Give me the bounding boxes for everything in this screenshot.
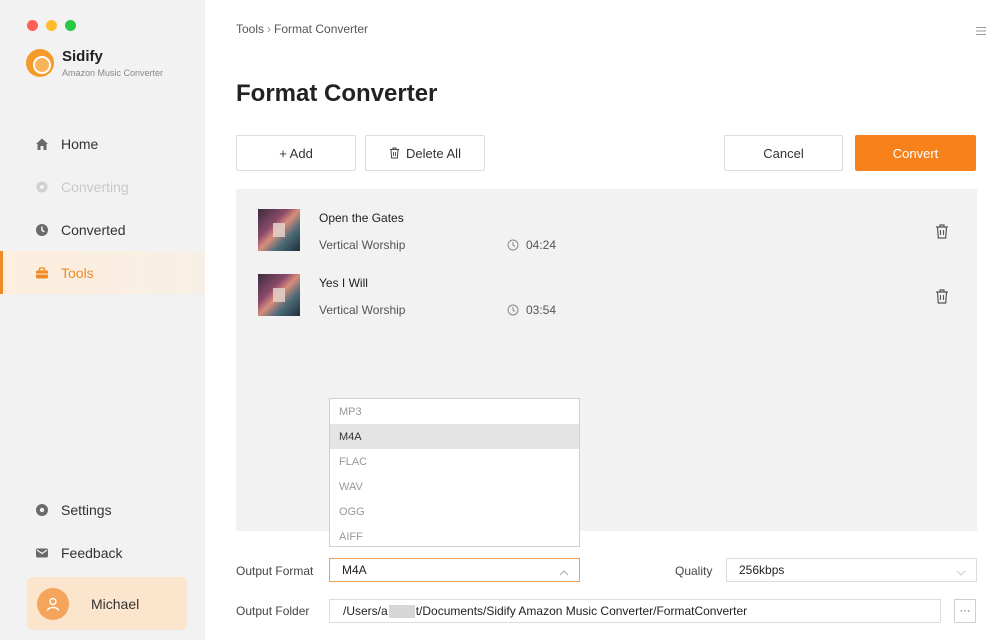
page-title: Format Converter: [236, 80, 438, 107]
list-item[interactable]: Open the Gates Vertical Worship 04:24: [258, 209, 958, 259]
breadcrumb-separator: ›: [267, 22, 272, 36]
delete-all-button[interactable]: Delete All: [365, 135, 485, 171]
folder-path-suffix: t/Documents/Sidify Amazon Music Converte…: [415, 604, 748, 618]
sidebar-item-label: Feedback: [61, 544, 123, 561]
clock-icon: [507, 304, 519, 316]
gear-icon: [35, 503, 49, 517]
list-item[interactable]: Yes I Will Vertical Worship 03:54: [258, 274, 958, 324]
sidebar-item-label: Tools: [61, 264, 94, 281]
sidebar-item-settings[interactable]: Settings: [0, 488, 205, 531]
app-window: Sidify Amazon Music Converter Home Conve…: [0, 0, 999, 640]
track-duration: 03:54: [507, 303, 556, 317]
trash-icon: [389, 147, 400, 159]
app-subtitle: Amazon Music Converter: [62, 68, 164, 78]
add-button-label: + Add: [279, 145, 313, 161]
quality-label: Quality: [675, 564, 713, 578]
sidebar-bottom-nav: Settings Feedback: [0, 488, 205, 574]
duration-text: 04:24: [526, 238, 557, 252]
breadcrumb-current: Format Converter: [274, 22, 369, 36]
sidify-logo-icon: [26, 49, 54, 77]
output-format-value: M4A: [342, 563, 367, 577]
sidebar-item-label: Home: [61, 135, 99, 152]
output-folder-label: Output Folder: [236, 604, 310, 618]
browse-folder-button[interactable]: ···: [954, 599, 976, 623]
clock-icon: [507, 239, 519, 251]
cancel-label: Cancel: [763, 145, 804, 161]
main-content: Tools › Format Converter Format Converter …: [205, 0, 999, 640]
cancel-button[interactable]: Cancel: [724, 135, 843, 171]
user-profile-button[interactable]: Michael: [27, 577, 187, 630]
quality-select[interactable]: 256kbps: [726, 558, 977, 582]
album-cover: [258, 274, 300, 316]
clock-icon: [35, 223, 49, 237]
format-dropdown-menu: MP3 M4A FLAC WAV OGG AIFF: [329, 398, 580, 547]
album-cover: [258, 209, 300, 251]
sidebar-item-home[interactable]: Home: [0, 122, 205, 165]
output-format-select[interactable]: M4A: [329, 558, 580, 582]
sidebar-item-tools[interactable]: Tools: [0, 251, 205, 294]
delete-track-icon[interactable]: [934, 288, 950, 304]
format-option-m4a[interactable]: M4A: [330, 424, 579, 449]
user-name: Michael: [91, 595, 140, 612]
browse-label: ···: [959, 605, 971, 617]
convert-label: Convert: [892, 145, 939, 161]
avatar: [37, 587, 69, 620]
menu-icon[interactable]: [976, 23, 986, 35]
folder-path-prefix: /Users/a: [343, 604, 388, 618]
user-icon: [46, 597, 60, 611]
format-option-aiff[interactable]: AIFF: [330, 524, 579, 549]
track-title: Yes I Will: [319, 276, 368, 290]
window-controls: [27, 20, 76, 31]
sidebar-item-label: Converting: [61, 178, 129, 195]
home-icon: [35, 137, 49, 151]
track-artist: Vertical Worship: [319, 238, 406, 252]
minimize-window-button[interactable]: [46, 20, 57, 31]
add-button[interactable]: + Add: [236, 135, 356, 171]
app-name: Sidify: [62, 48, 103, 65]
output-format-label: Output Format: [236, 564, 314, 578]
sidebar-item-converting: Converting: [0, 165, 205, 208]
format-option-mp3[interactable]: MP3: [330, 399, 579, 424]
breadcrumb-parent[interactable]: Tools: [236, 22, 264, 36]
sidebar-item-converted[interactable]: Converted: [0, 208, 205, 251]
sidebar: Sidify Amazon Music Converter Home Conve…: [0, 0, 205, 640]
track-artist: Vertical Worship: [319, 303, 406, 317]
sidebar-item-feedback[interactable]: Feedback: [0, 531, 205, 574]
chevron-up-icon: [559, 566, 569, 576]
sidebar-item-label: Settings: [61, 501, 112, 518]
delete-track-icon[interactable]: [934, 223, 950, 239]
track-duration: 04:24: [507, 238, 556, 252]
chevron-down-icon: [956, 566, 966, 576]
format-option-ogg[interactable]: OGG: [330, 499, 579, 524]
redacted-block: [388, 604, 415, 618]
close-window-button[interactable]: [27, 20, 38, 31]
brand: Sidify Amazon Music Converter: [26, 48, 163, 78]
delete-all-label: Delete All: [406, 145, 461, 161]
convert-button[interactable]: Convert: [855, 135, 976, 171]
breadcrumb: Tools › Format Converter: [236, 22, 368, 36]
quality-value: 256kbps: [739, 563, 785, 577]
format-option-wav[interactable]: WAV: [330, 474, 579, 499]
output-folder-field[interactable]: /Users/a t/Documents/Sidify Amazon Music …: [329, 599, 941, 623]
duration-text: 03:54: [526, 303, 557, 317]
mail-icon: [35, 546, 49, 560]
sidebar-nav: Home Converting Converted Tools: [0, 122, 205, 294]
sidebar-item-label: Converted: [61, 221, 126, 238]
toolbox-icon: [35, 266, 49, 280]
maximize-window-button[interactable]: [65, 20, 76, 31]
format-option-flac[interactable]: FLAC: [330, 449, 579, 474]
track-title: Open the Gates: [319, 211, 404, 225]
converting-icon: [35, 180, 49, 194]
